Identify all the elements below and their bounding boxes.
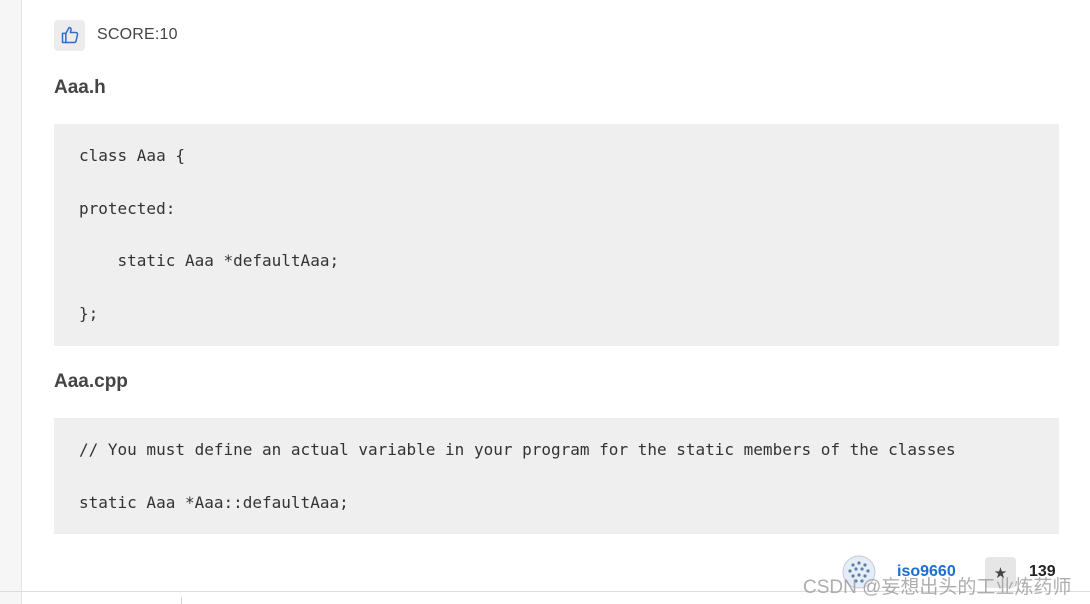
source-file-heading: Aaa.cpp xyxy=(54,371,128,392)
bottom-divider-tick xyxy=(181,597,182,604)
thumbs-up-icon xyxy=(61,26,78,44)
left-rail xyxy=(0,0,22,604)
vote-row: SCORE:10 xyxy=(54,19,178,51)
code-line: }; xyxy=(79,304,99,323)
score-label: SCORE:10 xyxy=(97,26,178,43)
code-line: static Aaa *defaultAaa; xyxy=(79,251,340,270)
upvote-button[interactable] xyxy=(54,19,85,51)
csdn-watermark: CSDN @妄想出头的工业炼药师 xyxy=(803,577,1072,598)
code-line: class Aaa { xyxy=(79,146,185,165)
code-line: static Aaa *Aaa::defaultAaa; xyxy=(79,493,349,512)
header-file-heading: Aaa.h xyxy=(54,77,106,98)
code-line: // You must define an actual variable in… xyxy=(79,440,956,459)
code-block-header: class Aaa { protected: static Aaa *defau… xyxy=(54,124,1059,346)
code-line: protected: xyxy=(79,199,176,218)
code-block-source: // You must define an actual variable in… xyxy=(54,418,1059,534)
